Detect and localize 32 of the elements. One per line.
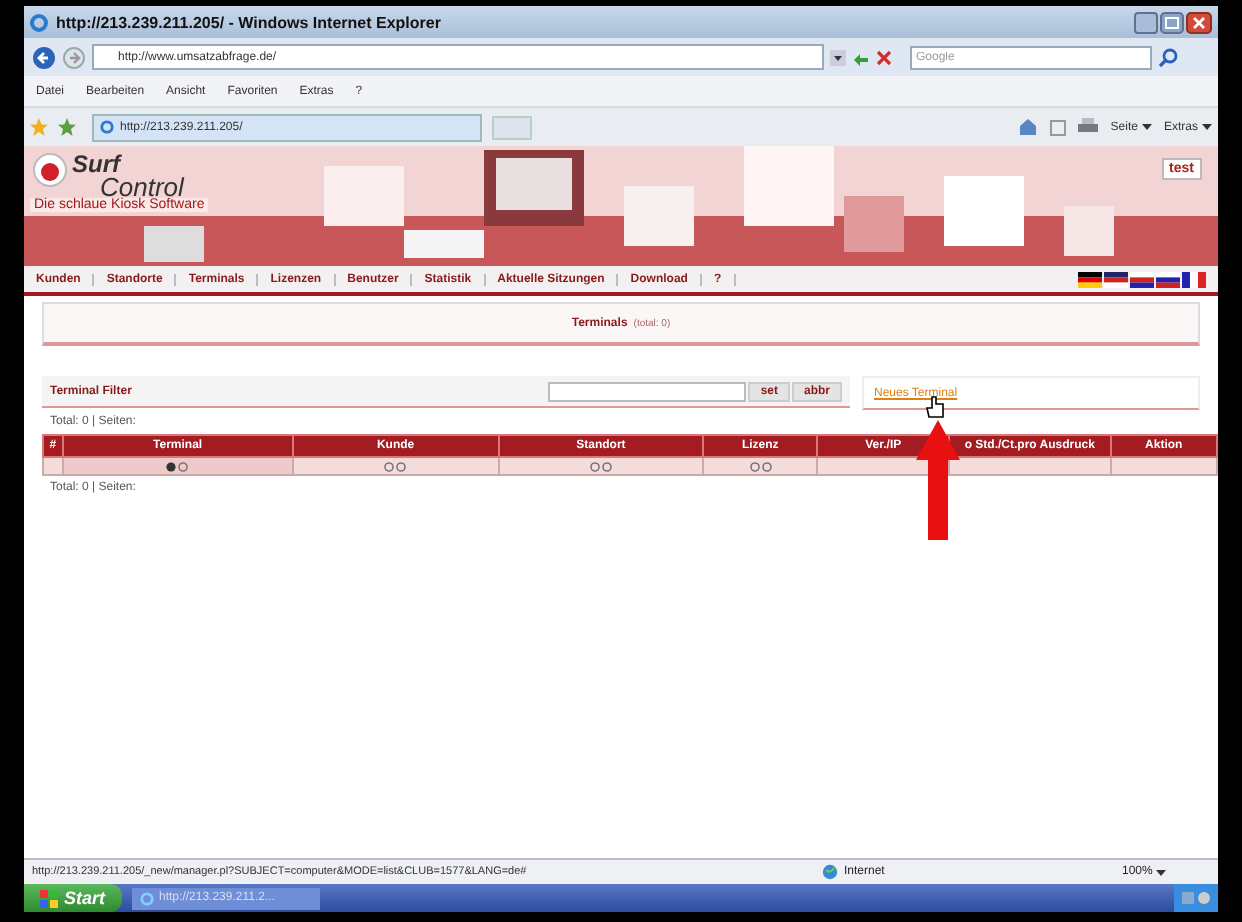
window-title: http://213.239.211.205/ - Windows Internet Explorer [56,13,443,31]
flag-icon[interactable] [1104,271,1128,287]
close-icon[interactable] [1186,11,1212,33]
add-favorite-icon[interactable] [58,118,76,136]
caret-icon [1202,124,1212,130]
maximize-icon[interactable] [1160,11,1184,33]
home-icon[interactable] [1018,118,1039,136]
hand-cursor-icon [926,396,944,418]
stop-icon[interactable] [876,49,892,65]
back-icon[interactable] [32,45,56,69]
ie-icon [100,120,114,134]
dropdown-icon[interactable] [830,49,846,65]
logo-text: Surf [72,152,122,176]
filter-field[interactable] [548,381,747,401]
windows-logo-icon [40,889,58,907]
flag-icon[interactable] [1130,271,1154,287]
flag-icon[interactable] [1156,271,1180,287]
globe-icon [822,864,838,880]
tray-icon [1180,890,1212,906]
arrow-icon [916,420,960,540]
flag-icon[interactable] [1078,271,1102,287]
ie-icon [30,13,48,31]
ie-icon [139,891,154,905]
logo-text: Control [100,176,184,200]
caret-icon [1156,869,1167,875]
sort-icon[interactable] [166,461,189,471]
search-icon[interactable] [1158,47,1178,67]
minimize-button[interactable] [1134,11,1158,33]
flag-icon[interactable] [1182,271,1206,287]
star-icon[interactable] [30,118,48,136]
printer-icon[interactable] [1078,118,1099,136]
caret-icon [1141,124,1152,130]
